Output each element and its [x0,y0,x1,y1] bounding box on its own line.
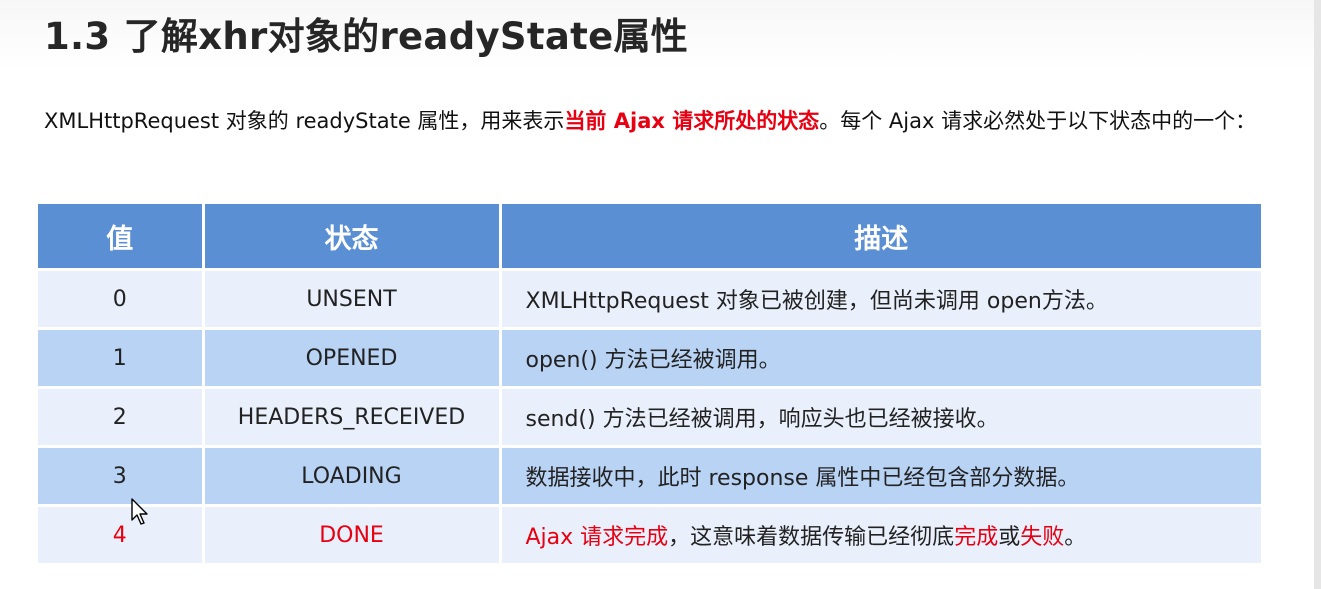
header-value: 值 [38,204,205,271]
table-row: 1 OPENED open() 方法已经被调用。 [38,328,1261,389]
cell-description: XMLHttpRequest 对象已被创建，但尚未调用 open方法。 [500,269,1261,330]
ready-state-table: 值 状态 描述 0 UNSENT XMLHttpRequest 对象已被创建，但… [38,204,1261,566]
desc-part-ajax-complete: Ajax 请求完成 [525,525,669,550]
table-row: 3 LOADING 数据接收中，此时 response 属性中已经包含部分数据。 [38,446,1261,507]
cell-description: open() 方法已经被调用。 [500,328,1261,389]
cell-description: send() 方法已经被调用，响应头也已经被接收。 [500,387,1261,448]
table-header-row: 值 状态 描述 [38,204,1261,271]
cell-value: 4 [38,505,205,566]
mouse-pointer-icon [131,498,148,525]
desc-part-end: 。 [1064,525,1087,550]
table-row: 2 HEADERS_RECEIVED send() 方法已经被调用，响应头也已经… [38,387,1261,448]
intro-text-2: 。每个 Ajax 请求必然处于以下状态中的一个： [819,109,1257,133]
cell-state: UNSENT [203,269,502,330]
cell-value: 1 [38,328,205,389]
scrollbar-edge [1314,0,1321,589]
cell-state: LOADING [203,446,502,507]
cell-state: DONE [203,505,502,566]
intro-text-1: XMLHttpRequest 对象的 readyState 属性，用来表示 [44,109,565,133]
cell-description: Ajax 请求完成，这意味着数据传输已经彻底完成或失败。 [500,505,1261,566]
cell-state: HEADERS_RECEIVED [203,387,502,448]
cell-value: 2 [38,387,205,448]
header-description: 描述 [500,204,1261,271]
intro-highlight: 当前 Ajax 请求所处的状态 [564,109,820,133]
desc-part-fail: 失败 [1020,525,1065,550]
desc-part-or: 或 [998,525,1021,550]
intro-paragraph: XMLHttpRequest 对象的 readyState 属性，用来表示当前 … [44,100,1284,143]
table-row: 0 UNSENT XMLHttpRequest 对象已被创建，但尚未调用 ope… [38,269,1261,330]
desc-part-complete: 完成 [954,525,999,550]
header-state: 状态 [203,204,502,271]
cell-state: OPENED [203,328,502,389]
page-title: 1.3 了解xhr对象的readyState属性 [44,15,689,58]
slide: 1.3 了解xhr对象的readyState属性 XMLHttpRequest … [0,0,1321,589]
cell-value: 0 [38,269,205,330]
cell-value: 3 [38,446,205,507]
desc-part-meaning: ，这意味着数据传输已经彻底 [668,525,955,550]
cell-description: 数据接收中，此时 response 属性中已经包含部分数据。 [500,446,1261,507]
table-row-done: 4 DONE Ajax 请求完成，这意味着数据传输已经彻底完成或失败。 [38,505,1261,566]
